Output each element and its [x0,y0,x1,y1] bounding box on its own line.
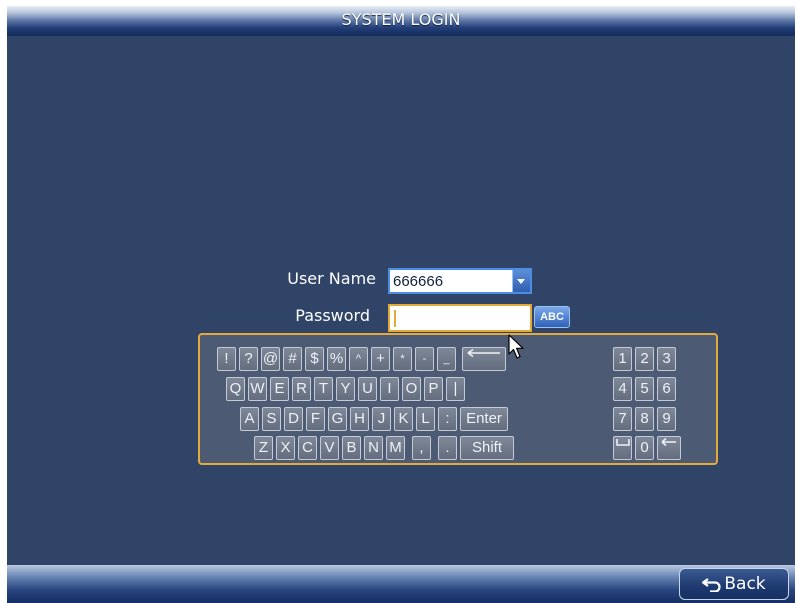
numpad-key-1-0[interactable]: 4 [613,377,632,401]
numpad-key-2-1[interactable]: 8 [635,407,654,431]
mouse-pointer-icon [508,334,524,359]
key-2-8[interactable]: L [416,407,435,431]
key-1-3[interactable]: R [292,377,311,401]
user-name-label: User Name [287,269,376,288]
left-arrow-icon [661,437,676,447]
bottom-bar: Back [7,565,795,603]
key-1-4[interactable]: T [314,377,333,401]
key-2-2[interactable]: D [284,407,303,431]
key-3-4[interactable]: B [342,436,361,460]
key-3-0[interactable]: Z [254,436,273,460]
key-3-5[interactable]: N [364,436,383,460]
key-2-1[interactable]: S [262,407,281,431]
numpad-key-1-1[interactable]: 5 [635,377,654,401]
key-0-3[interactable]: # [283,347,302,371]
key-1-0[interactable]: Q [226,377,245,401]
numpad-key-0-0[interactable]: 1 [613,347,632,371]
text-caret [394,310,396,327]
user-name-select[interactable]: 666666 [388,268,532,294]
space-key[interactable] [613,436,632,460]
back-label: Back [724,574,766,594]
numpad-key-2-2[interactable]: 9 [657,407,676,431]
key-2-9[interactable]: : [438,407,457,431]
backspace-arrow-icon [467,348,500,358]
key-1-8[interactable]: O [402,377,421,401]
key-2-3[interactable]: F [306,407,325,431]
key-1-6[interactable]: U [358,377,377,401]
key-2-5[interactable]: H [350,407,369,431]
key-2-7[interactable]: K [394,407,413,431]
key-1-1[interactable]: W [248,377,267,401]
key-1-7[interactable]: I [380,377,399,401]
password-input[interactable] [388,304,532,332]
title-bar: SYSTEM LOGIN [7,6,795,36]
key-1-10[interactable]: | [446,377,465,401]
key-2-10[interactable]: Enter [460,407,508,431]
key-0-0[interactable]: ! [217,347,236,371]
key-0-8[interactable]: * [393,347,412,371]
key-0-1[interactable]: ? [239,347,258,371]
back-button[interactable]: Back [679,568,789,600]
key-2-6[interactable]: J [372,407,391,431]
key-3-7[interactable]: , [412,436,431,460]
key-0-6[interactable]: ^ [349,347,368,371]
key-0-10[interactable]: _ [437,347,456,371]
key-0-5[interactable]: % [327,347,346,371]
user-name-value: 666666 [393,273,444,290]
key-1-2[interactable]: E [270,377,289,401]
virtual-keyboard: !? @ # $% ^ + * - _ Q W E R T Y U I O P | A S D F G H J K L: Enter Z X C… [198,333,718,465]
key-3-2[interactable]: C [298,436,317,460]
numpad-key-0-2[interactable]: 3 [657,347,676,371]
delete-key[interactable] [657,436,681,460]
key-3-3[interactable]: V [320,436,339,460]
key-0-7[interactable]: + [371,347,390,371]
key-3-8[interactable]: . [438,436,457,460]
space-icon [615,439,630,446]
key-0-2[interactable]: @ [261,347,280,371]
key-1-5[interactable]: Y [336,377,355,401]
numpad-key-0-1[interactable]: 2 [635,347,654,371]
window-title: SYSTEM LOGIN [341,10,461,29]
key-2-0[interactable]: A [240,407,259,431]
backspace-key[interactable] [462,347,506,371]
key-2-4[interactable]: G [328,407,347,431]
numpad-key-3-1[interactable]: 0 [635,436,654,460]
key-0-9[interactable]: - [415,347,434,371]
key-3-9[interactable]: Shift [460,436,514,460]
key-3-6[interactable]: M [386,436,405,460]
numpad-key-2-0[interactable]: 7 [613,407,632,431]
key-0-4[interactable]: $ [305,347,324,371]
input-mode-button[interactable]: ABC [534,306,570,328]
numpad-key-1-2[interactable]: 6 [657,377,676,401]
key-3-1[interactable]: X [276,436,295,460]
key-1-9[interactable]: P [424,377,443,401]
back-arrow-icon [702,576,722,592]
chevron-down-icon[interactable] [512,270,530,292]
password-label: Password [295,306,370,325]
